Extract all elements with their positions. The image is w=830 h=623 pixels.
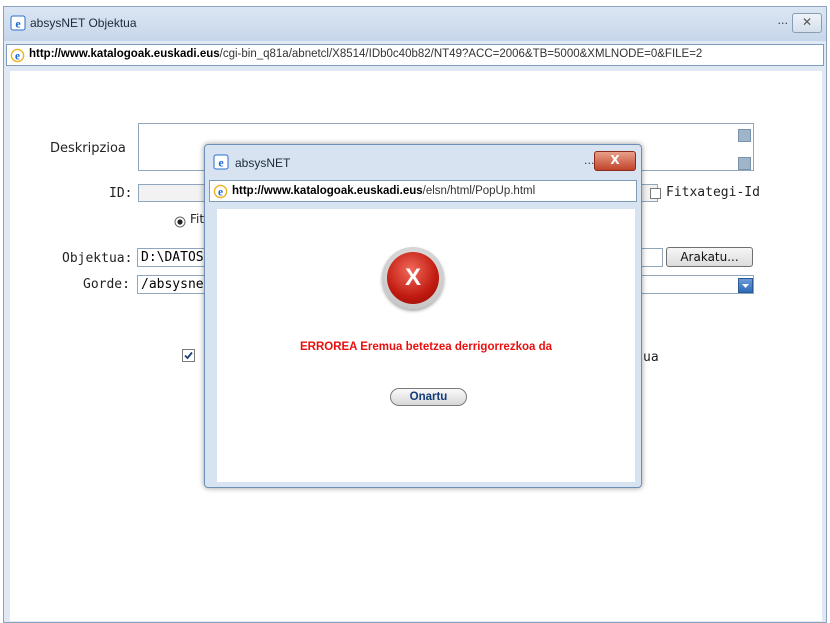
option-checkbox[interactable] (182, 349, 195, 362)
popup-body: X ERROREA Eremua betetzea derrigorrezkoa… (217, 209, 635, 482)
description-label: Deskripzioa (50, 141, 126, 156)
scroll-down-icon[interactable] (738, 157, 751, 170)
chevron-down-icon[interactable] (738, 278, 753, 293)
file-id-checkbox[interactable] (650, 188, 661, 199)
error-icon: X (382, 247, 444, 309)
ie-icon: e (213, 154, 229, 174)
id-label: ID: (109, 186, 133, 201)
url-host: http://www.katalogoak.euskadi.eus (29, 48, 220, 60)
radio-label: Fit (190, 212, 205, 226)
error-icon-letter: X (404, 264, 421, 291)
popup-url-host: http://www.katalogoak.euskadi.eus (232, 185, 423, 197)
save-label: Gorde: (83, 277, 130, 292)
option-label-fragment: ua (643, 350, 659, 365)
error-popup: e absysNET ... X e http://www.katalogoak… (204, 144, 642, 488)
outer-title-bar: e absysNET Objektua ... ✕ (4, 7, 826, 41)
popup-address-bar: e http://www.katalogoak.euskadi.eus/elsn… (209, 180, 637, 202)
close-button[interactable]: ✕ (792, 13, 822, 33)
minimize-button[interactable]: ... (778, 14, 789, 27)
svg-text:e: e (15, 17, 21, 31)
file-id-label: Fitxategi-Id (666, 185, 760, 200)
svg-text:e: e (218, 156, 224, 170)
popup-url-path: /elsn/html/PopUp.html (422, 185, 536, 197)
popup-url-text: http://www.katalogoak.euskadi.eus/elsn/h… (232, 185, 535, 197)
popup-title-bar: e absysNET ... X (205, 145, 641, 177)
popup-title: absysNET (235, 156, 291, 170)
popup-minimize-button[interactable]: ... (584, 154, 595, 167)
radio-icon[interactable] (174, 213, 186, 232)
outer-url-text: http://www.katalogoak.euskadi.eus/cgi-bi… (29, 48, 702, 60)
svg-text:e: e (218, 186, 223, 198)
scroll-up-icon[interactable] (738, 129, 751, 142)
outer-address-bar: e http://www.katalogoak.euskadi.eus/cgi-… (6, 44, 824, 66)
popup-close-button[interactable]: X (594, 151, 636, 171)
ie-icon: e (213, 184, 228, 203)
url-path: /cgi-bin_q81a/abnetcl/X8514/IDb0c40b82/N… (219, 48, 703, 60)
browse-button[interactable]: Arakatu... (666, 247, 753, 267)
ie-icon: e (10, 48, 25, 67)
ok-button[interactable]: Onartu (390, 388, 467, 406)
error-message: ERROREA Eremua betetzea derrigorrezkoa d… (299, 341, 552, 353)
ie-icon: e (10, 15, 26, 35)
outer-window-title: absysNET Objektua (30, 16, 137, 30)
object-label: Objektua: (62, 251, 133, 266)
svg-text:e: e (15, 50, 20, 62)
